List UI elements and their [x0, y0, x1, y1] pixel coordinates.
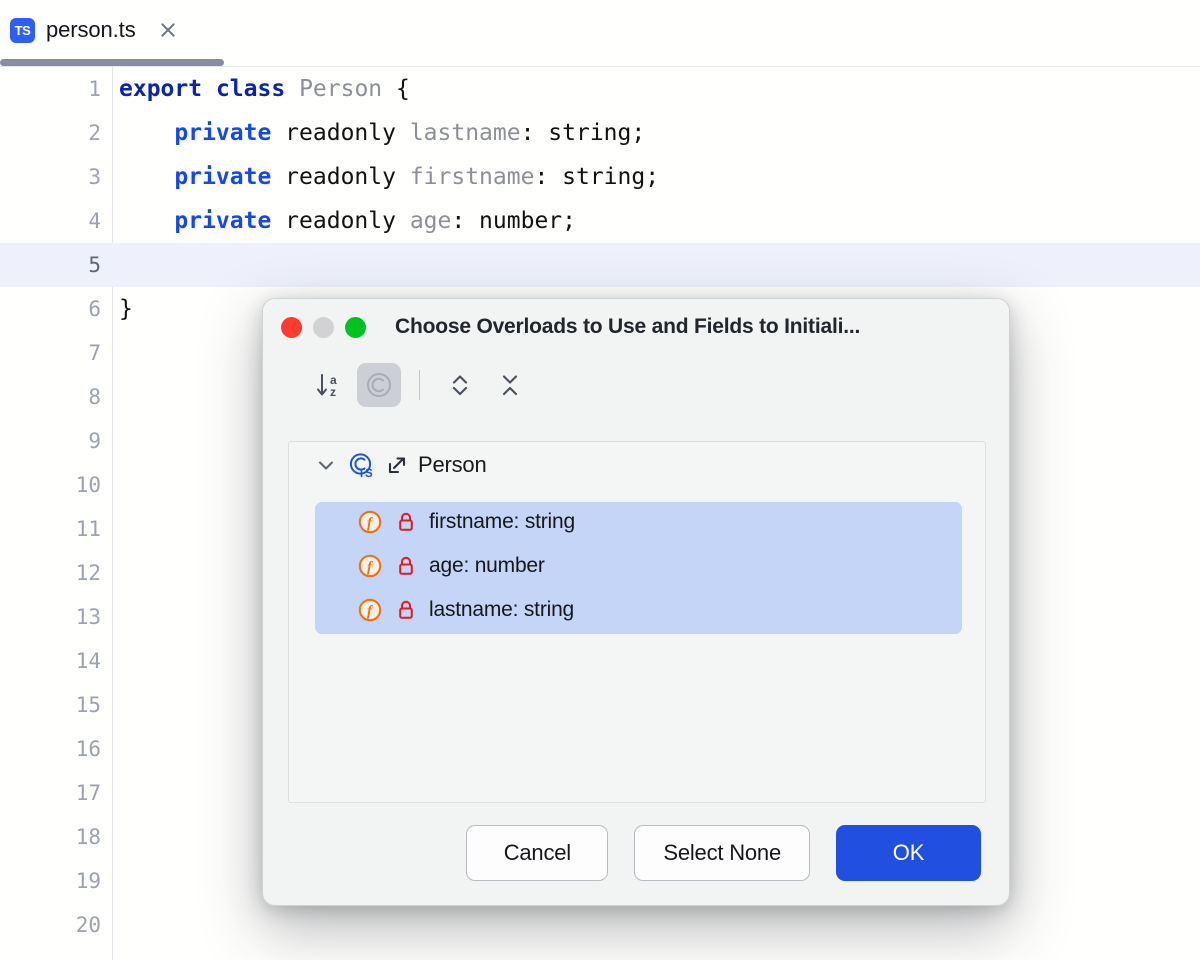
field-list-item[interactable]: f firstname: string [289, 500, 987, 544]
tab-title: person.ts [46, 17, 136, 43]
line-number: 3 [0, 165, 101, 189]
ok-button[interactable]: OK [836, 825, 981, 881]
line-number: 4 [0, 209, 101, 233]
expand-all-icon [445, 370, 475, 400]
field-label: age: number [429, 554, 545, 578]
line-number: 10 [0, 473, 101, 497]
choose-overloads-dialog: Choose Overloads to Use and Fields to In… [262, 298, 1010, 906]
group-by-class-button[interactable] [357, 363, 401, 407]
code-line-1[interactable]: 1 export class Person { [0, 67, 1200, 111]
private-lock-icon [396, 599, 416, 621]
dialog-title: Choose Overloads to Use and Fields to In… [395, 315, 860, 339]
svg-text:TS: TS [358, 468, 373, 480]
code-text: private readonly age: number; [119, 208, 576, 234]
line-number: 2 [0, 121, 101, 145]
line-number: 11 [0, 517, 101, 541]
field-icon: f [357, 597, 383, 623]
field-icon: f [357, 553, 383, 579]
code-text: } [119, 296, 133, 322]
sort-alphabetically-button[interactable]: a z [307, 363, 351, 407]
close-icon[interactable] [155, 17, 181, 43]
code-line-20[interactable]: 20 [0, 903, 1200, 947]
export-arrow-icon [386, 454, 408, 476]
line-number: 17 [0, 781, 101, 805]
code-text: private readonly lastname: string; [119, 120, 645, 146]
chevron-down-icon[interactable] [315, 454, 337, 476]
collapse-all-icon [495, 370, 525, 400]
field-icon: f [357, 509, 383, 535]
svg-text:z: z [330, 385, 336, 399]
expand-all-button[interactable] [438, 363, 482, 407]
dialog-toolbar: a z [263, 355, 1009, 415]
line-number: 9 [0, 429, 101, 453]
field-list-item[interactable]: f age: number [289, 544, 987, 588]
maximize-window-button[interactable] [345, 317, 366, 338]
typescript-class-icon: TS [347, 451, 376, 480]
code-line-2[interactable]: 2 private readonly lastname: string; [0, 111, 1200, 155]
cancel-button[interactable]: Cancel [466, 825, 608, 881]
select-none-button[interactable]: Select None [634, 825, 810, 881]
tree-node-label: Person [418, 452, 487, 478]
line-number: 5 [0, 253, 101, 277]
tree-node-person[interactable]: TS Person [289, 442, 985, 488]
collapse-all-button[interactable] [488, 363, 532, 407]
line-number: 16 [0, 737, 101, 761]
class-circle-icon [364, 370, 394, 400]
code-line-4[interactable]: 4 private readonly age: number; [0, 199, 1200, 243]
line-number: 14 [0, 649, 101, 673]
toolbar-divider [419, 370, 420, 400]
code-line-5[interactable]: 5 [0, 243, 1200, 287]
minimize-window-button[interactable] [313, 317, 334, 338]
line-number: 13 [0, 605, 101, 629]
dialog-footer: Cancel Select None OK [263, 801, 1010, 905]
line-number: 1 [0, 77, 101, 101]
close-window-button[interactable] [281, 317, 302, 338]
editor-tab-bar: TS person.ts [0, 0, 1200, 60]
code-line-3[interactable]: 3 private readonly firstname: string; [0, 155, 1200, 199]
private-lock-icon [396, 511, 416, 533]
code-text: private readonly firstname: string; [119, 164, 659, 190]
code-text: export class Person { [119, 76, 410, 102]
field-list-item[interactable]: f lastname: string [289, 588, 987, 632]
field-list: f firstname: string f age: number f last… [289, 500, 987, 632]
private-lock-icon [396, 555, 416, 577]
line-number: 8 [0, 385, 101, 409]
line-number: 12 [0, 561, 101, 585]
members-tree-panel[interactable]: TS Person f firstname: string f age: num… [288, 441, 986, 803]
editor-tab-person-ts[interactable]: TS person.ts [0, 0, 195, 60]
line-number: 19 [0, 869, 101, 893]
line-number: 6 [0, 297, 101, 321]
sort-a-z-icon: a z [314, 370, 344, 400]
field-label: firstname: string [429, 510, 575, 534]
line-number: 20 [0, 913, 101, 937]
line-number: 15 [0, 693, 101, 717]
field-label: lastname: string [429, 598, 574, 622]
typescript-file-icon: TS [10, 18, 35, 43]
line-number: 18 [0, 825, 101, 849]
editor-window: TS person.ts 1 export class Person { 2 pri… [0, 0, 1200, 960]
horizontal-scrollbar-thumb[interactable] [0, 59, 224, 66]
dialog-title-bar: Choose Overloads to Use and Fields to In… [263, 299, 1009, 355]
line-number: 7 [0, 341, 101, 365]
